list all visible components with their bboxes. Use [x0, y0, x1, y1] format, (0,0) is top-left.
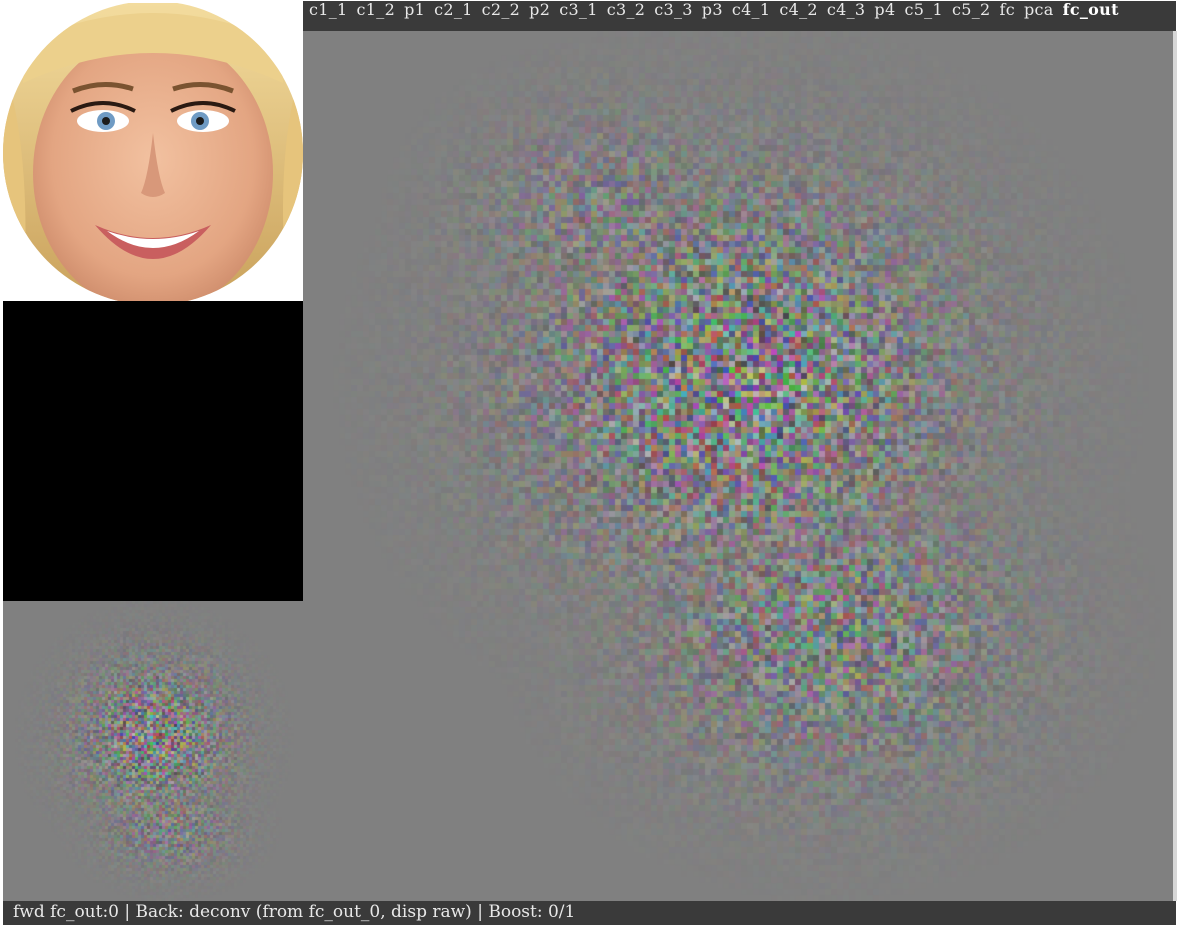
main-deconv-viz: [303, 31, 1173, 901]
layer-item-c4-3[interactable]: c4_3: [827, 1, 866, 19]
layer-item-c4-1[interactable]: c4_1: [732, 1, 771, 19]
layer-item-c3-3[interactable]: c3_3: [654, 1, 693, 19]
status-text: fwd fc_out:0 | Back: deconv (from fc_out…: [13, 902, 576, 922]
main-deconv-canvas: [303, 31, 1173, 901]
status-bar: fwd fc_out:0 | Back: deconv (from fc_out…: [3, 901, 1176, 925]
small-deconv-viz: [3, 601, 303, 901]
layer-item-c3-2[interactable]: c3_2: [607, 1, 646, 19]
face-photo-icon: [3, 3, 303, 301]
layer-item-p1[interactable]: p1: [404, 1, 425, 19]
layer-item-c4-2[interactable]: c4_2: [779, 1, 818, 19]
deepvis-window: c1_1 c1_2 p1 c2_1 c2_2 p2 c3_1 c3_2 c3_3 p3 c4_1 c4…: [0, 0, 1179, 928]
backprop-input-panel: [3, 301, 303, 601]
small-deconv-canvas: [3, 601, 303, 901]
layer-item-fc[interactable]: fc: [1000, 1, 1015, 19]
layer-item-fc-out[interactable]: fc_out: [1063, 1, 1119, 19]
layer-item-p3[interactable]: p3: [702, 1, 723, 19]
layer-item-c3-1[interactable]: c3_1: [559, 1, 598, 19]
layer-item-c5-1[interactable]: c5_1: [904, 1, 943, 19]
layer-item-c2-2[interactable]: c2_2: [482, 1, 521, 19]
layer-item-c2-1[interactable]: c2_1: [434, 1, 473, 19]
layer-item-c5-2[interactable]: c5_2: [952, 1, 991, 19]
right-border: [1173, 31, 1177, 901]
layer-item-c1-2[interactable]: c1_2: [357, 1, 396, 19]
layer-list: c1_1 c1_2 p1 c2_1 c2_2 p2 c3_1 c3_2 c3_3 p3 c4_1 c4…: [303, 1, 1176, 19]
layer-item-pca[interactable]: pca: [1024, 1, 1054, 19]
input-image-panel: [3, 3, 303, 301]
layer-item-p2[interactable]: p2: [529, 1, 550, 19]
layer-item-c1-1[interactable]: c1_1: [309, 1, 348, 19]
layer-selector-bar: c1_1 c1_2 p1 c2_1 c2_2 p2 c3_1 c3_2 c3_3 p3 c4_1 c4…: [303, 1, 1176, 31]
layer-item-p4[interactable]: p4: [874, 1, 895, 19]
